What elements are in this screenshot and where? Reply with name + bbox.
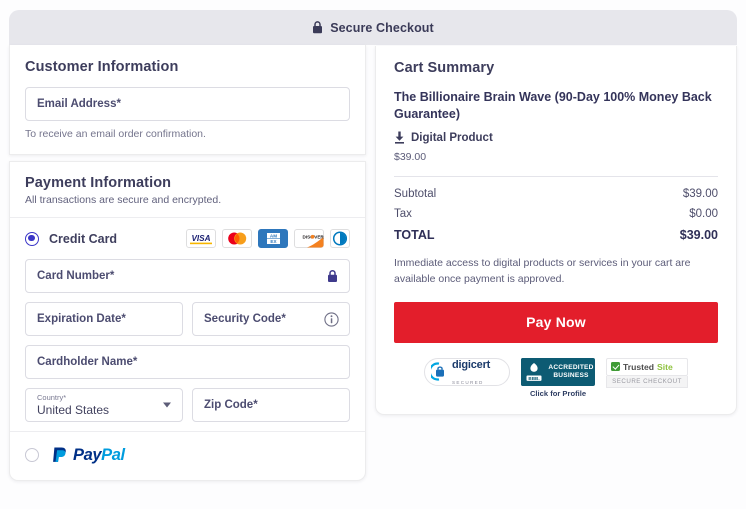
tax-row: Tax $0.00 — [394, 208, 718, 220]
bbb-line2: BUSINESS — [553, 371, 589, 379]
zip-code-field[interactable]: Zip Code* — [192, 388, 350, 422]
country-zip-row: Country* United States Zip Code* — [25, 388, 350, 422]
credit-card-fields: Card Number* Expiration Date* Security C… — [10, 257, 365, 422]
bbb-text: ACCREDITED BUSINESS — [547, 358, 595, 386]
right-column: Cart Summary The Billionaire Brain Wave … — [375, 46, 737, 415]
subtotal-value: $39.00 — [682, 188, 718, 200]
digicert-sub: SECURED — [452, 379, 484, 385]
svg-text:VISA: VISA — [191, 234, 210, 243]
bbb-cta[interactable]: Click for Profile — [530, 389, 586, 398]
digicert-text: digicert SECURED — [452, 356, 490, 388]
delivery-label: Digital Product — [411, 131, 493, 144]
digicert-lock-icon — [431, 362, 444, 381]
cardholder-name-label: Cardholder Name* — [37, 356, 138, 368]
trustedsite-sub: SECURE CHECKOUT — [606, 375, 688, 388]
email-field-label: Email Address* — [37, 98, 121, 110]
country-select[interactable]: Country* United States — [25, 388, 183, 422]
trustedsite-top: Trusted Site — [606, 357, 688, 376]
paypal-mark-icon — [53, 447, 66, 462]
trustedsite-badge[interactable]: Trusted Site SECURE CHECKOUT — [606, 357, 688, 388]
payment-section-title: Payment Information — [25, 175, 172, 191]
accepted-card-logos: VISA AM EX DISC VER — [186, 229, 350, 248]
subtotal-row: Subtotal $39.00 — [394, 188, 718, 200]
digicert-badge[interactable]: digicert SECURED — [424, 356, 510, 388]
digicert-name: digicert — [452, 358, 491, 371]
payment-information-card: Payment Information All transactions are… — [9, 161, 366, 481]
left-column: Customer Information Email Address* To r… — [9, 45, 366, 481]
delivery-note: Immediate access to digital products or … — [394, 257, 691, 286]
header-title: Secure Checkout — [330, 20, 434, 35]
bbb-badge-body: BBB. ACCREDITED BUSINESS — [521, 357, 595, 386]
delivery-type: Digital Product — [394, 131, 718, 144]
email-field[interactable]: Email Address* — [25, 87, 350, 121]
secure-checkout-header: Secure Checkout — [9, 10, 737, 45]
trustedsite-t1: Trusted — [623, 361, 655, 372]
summary-divider — [394, 176, 718, 177]
country-label: Country* — [37, 393, 67, 403]
cardholder-row: Cardholder Name* — [25, 345, 350, 379]
payment-section-subtitle: All transactions are secure and encrypte… — [25, 194, 222, 206]
tax-value: $0.00 — [689, 208, 718, 220]
pay-now-button[interactable]: Pay Now — [394, 301, 718, 343]
method-credit-card[interactable]: Credit Card VISA AM EX DISC VER — [10, 218, 365, 257]
checkout-page: Secure Checkout Customer Information Ema… — [0, 0, 746, 509]
svg-text:BBB.: BBB. — [528, 375, 539, 380]
expiry-security-row: Expiration Date* Security Code* — [25, 302, 350, 336]
total-label: TOTAL — [394, 228, 435, 242]
bbb-line1: ACCREDITED — [548, 364, 594, 372]
product-name: The Billionaire Brain Wave (90-Day 100% … — [394, 90, 712, 121]
visa-icon: VISA — [186, 229, 216, 248]
svg-text:EX: EX — [270, 239, 277, 244]
cart-summary-title: Cart Summary — [394, 60, 495, 76]
method-paypal[interactable]: Pay Pal — [10, 431, 365, 480]
card-number-row: Card Number* — [25, 259, 350, 293]
payment-header: Payment Information All transactions are… — [10, 162, 365, 218]
customer-section-title: Customer Information — [25, 59, 179, 75]
subtotal-label: Subtotal — [394, 188, 437, 200]
discover-icon: DISC VER — [294, 229, 324, 248]
credit-card-label: Credit Card — [49, 231, 118, 246]
expiration-date-label: Expiration Date* — [37, 313, 126, 325]
card-number-field[interactable]: Card Number* — [25, 259, 350, 293]
security-code-label: Security Code* — [204, 313, 286, 325]
trustedsite-t2: Site — [657, 361, 673, 372]
mastercard-icon — [222, 229, 252, 248]
bbb-badge[interactable]: BBB. ACCREDITED BUSINESS Click for Profi… — [521, 357, 595, 398]
card-number-label: Card Number* — [37, 270, 115, 282]
check-icon — [611, 362, 620, 372]
country-value: United States — [37, 402, 110, 417]
email-hint: To receive an email order confirmation. — [25, 128, 206, 140]
cart-summary-card: Cart Summary The Billionaire Brain Wave … — [375, 46, 737, 415]
paypal-logo: Pay Pal — [49, 444, 125, 466]
info-icon[interactable] — [324, 312, 339, 327]
product-price: $39.00 — [394, 151, 427, 163]
expiration-date-field[interactable]: Expiration Date* — [25, 302, 183, 336]
bbb-logo: BBB. — [521, 357, 547, 386]
trust-badges: digicert SECURED BBB. ACCREDITED BUSINES… — [394, 356, 718, 398]
paypal-radio[interactable] — [25, 448, 39, 462]
customer-information-card: Customer Information Email Address* To r… — [9, 45, 366, 155]
zip-code-label: Zip Code* — [204, 399, 258, 411]
bbb-torch-icon: BBB. — [526, 362, 542, 381]
tax-label: Tax — [394, 208, 412, 220]
paypal-text-pay: Pay — [73, 445, 102, 464]
paypal-text-pal: Pal — [101, 445, 125, 464]
diners-club-icon — [330, 229, 350, 248]
chevron-down-icon[interactable] — [163, 402, 171, 408]
lock-icon — [313, 21, 323, 34]
security-code-field[interactable]: Security Code* — [192, 302, 350, 336]
svg-text:AM: AM — [270, 233, 277, 238]
svg-text:VER: VER — [314, 234, 324, 239]
total-value: $39.00 — [679, 228, 718, 242]
download-icon — [395, 131, 404, 144]
cardholder-name-field[interactable]: Cardholder Name* — [25, 345, 350, 379]
total-row: TOTAL $39.00 — [394, 228, 718, 242]
amex-icon: AM EX — [258, 229, 288, 248]
lock-icon — [328, 269, 337, 282]
credit-card-radio[interactable] — [25, 231, 39, 246]
